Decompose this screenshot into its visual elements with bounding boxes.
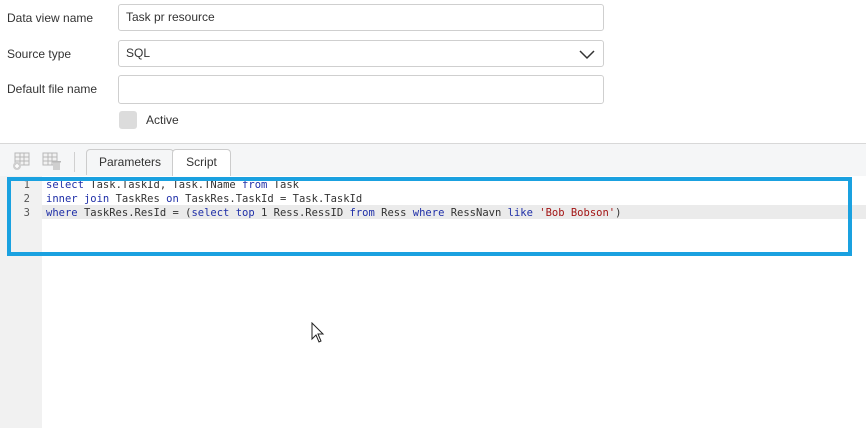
add-table-icon[interactable] xyxy=(11,151,31,171)
mouse-pointer-icon xyxy=(311,322,325,343)
default-file-name-label: Default file name xyxy=(7,82,98,96)
toolbar-separator xyxy=(74,152,75,172)
active-label: Active xyxy=(146,113,179,127)
data-view-form: Data view name Task pr resource Source t… xyxy=(0,0,866,143)
delete-table-icon[interactable] xyxy=(41,151,61,171)
source-type-label: Source type xyxy=(7,47,72,61)
highlight-box xyxy=(7,177,852,256)
source-type-value: SQL xyxy=(126,46,151,60)
active-checkbox[interactable] xyxy=(119,111,137,129)
script-toolbar: Parameters Script xyxy=(0,144,866,177)
chevron-down-icon xyxy=(579,50,595,60)
data-view-name-label: Data view name xyxy=(7,11,94,25)
data-view-name-input[interactable]: Task pr resource xyxy=(118,4,604,31)
source-type-select[interactable]: SQL xyxy=(118,40,604,67)
default-file-name-input[interactable] xyxy=(118,75,604,104)
tab-parameters[interactable]: Parameters xyxy=(86,149,174,175)
tab-script[interactable]: Script xyxy=(172,149,231,176)
